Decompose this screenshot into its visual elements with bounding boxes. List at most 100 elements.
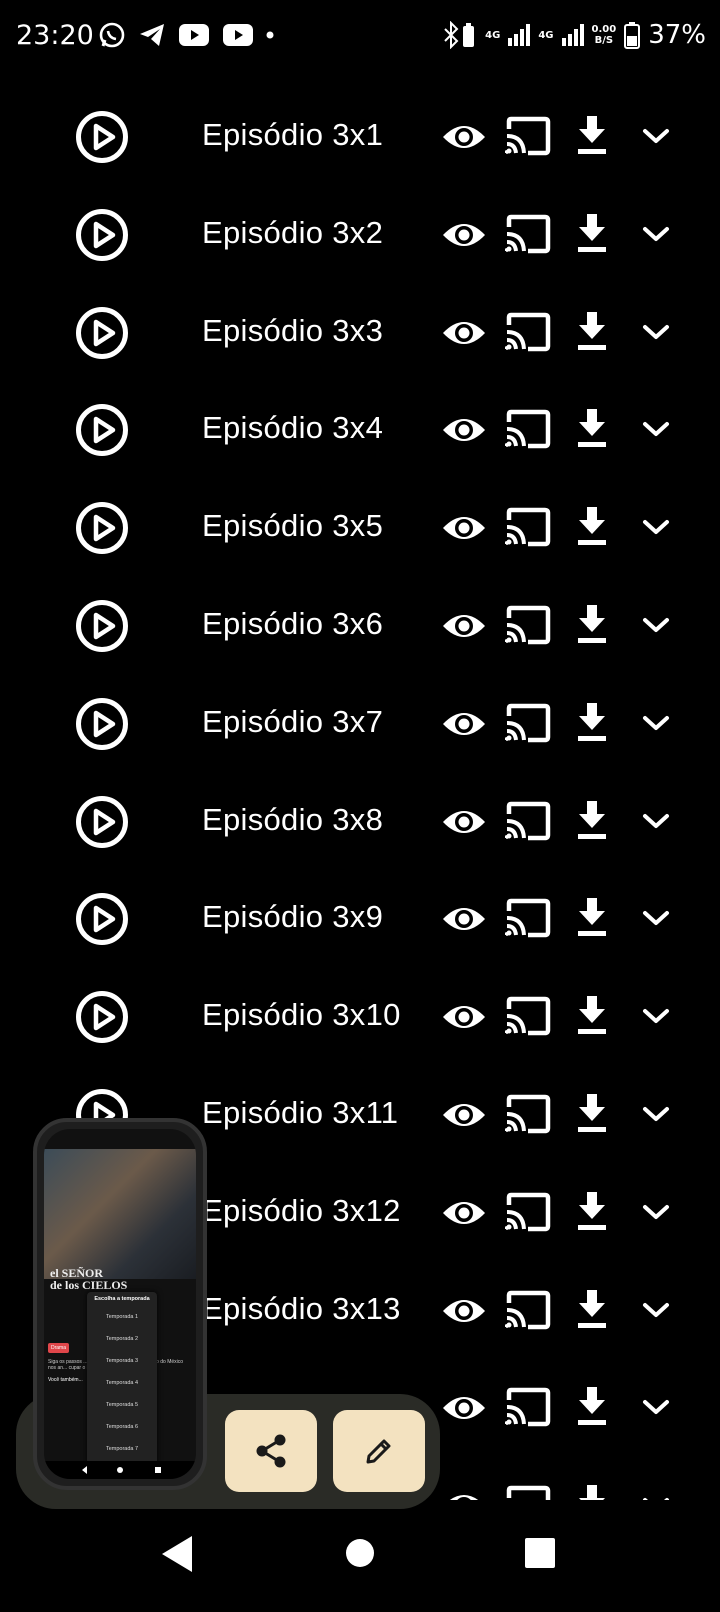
play-circle-icon[interactable] [75,795,129,849]
download-icon[interactable] [576,994,608,1036]
bluetooth-battery-icon [444,21,475,49]
download-icon[interactable] [576,701,608,743]
cast-icon[interactable] [505,214,551,254]
eye-icon[interactable] [441,610,487,642]
chevron-down-icon[interactable] [642,125,670,147]
chevron-down-icon[interactable] [642,810,670,832]
download-icon[interactable] [576,603,608,645]
home-icon[interactable] [345,1538,375,1568]
season-item: Temporada 4 [105,1380,139,1386]
cast-icon[interactable] [505,1387,551,1427]
eye-icon[interactable] [441,317,487,349]
episode-row[interactable]: Episódio 3x8 [0,773,720,871]
chevron-down-icon[interactable] [642,1005,670,1027]
eye-icon[interactable] [441,1099,487,1131]
play-circle-icon[interactable] [75,110,129,164]
edit-button[interactable] [333,1410,425,1492]
eye-icon[interactable] [441,1295,487,1327]
season-item: Temporada 1 [105,1314,139,1320]
recents-icon[interactable] [525,1538,555,1568]
play-circle-icon[interactable] [75,501,129,555]
system-nav-bar [0,1510,720,1612]
eye-icon[interactable] [441,903,487,935]
cast-icon[interactable] [505,1485,551,1500]
more-notifications-dot-icon [266,31,274,39]
share-button[interactable] [225,1410,317,1492]
cast-icon[interactable] [505,703,551,743]
cast-icon[interactable] [505,1290,551,1330]
episode-row[interactable]: Episódio 3x1 [0,88,720,186]
eye-icon[interactable] [441,708,487,740]
cast-icon[interactable] [505,898,551,938]
chevron-down-icon[interactable] [642,614,670,636]
chevron-down-icon[interactable] [642,1103,670,1125]
chevron-down-icon[interactable] [642,418,670,440]
download-icon[interactable] [576,114,608,156]
chevron-down-icon[interactable] [642,712,670,734]
episode-title: Episódio 3x8 [202,801,384,837]
cast-icon[interactable] [505,409,551,449]
play-circle-icon[interactable] [75,208,129,262]
download-icon[interactable] [576,1092,608,1134]
episode-row[interactable]: Episódio 3x2 [0,186,720,284]
download-icon[interactable] [576,1190,608,1232]
eye-icon[interactable] [441,1490,487,1500]
eye-icon[interactable] [441,1001,487,1033]
eye-icon[interactable] [441,219,487,251]
play-circle-icon[interactable] [75,892,129,946]
episode-row[interactable]: Episódio 3x4 [0,381,720,479]
youtube-icon [179,24,209,46]
share-icon [256,1434,286,1468]
battery-percent: 37% [648,20,706,50]
eye-icon[interactable] [441,121,487,153]
eye-icon[interactable] [441,1197,487,1229]
episode-row[interactable]: Episódio 3x10 [0,968,720,1066]
cast-icon[interactable] [505,116,551,156]
play-circle-icon[interactable] [75,990,129,1044]
download-icon[interactable] [576,1288,608,1330]
play-circle-icon[interactable] [75,403,129,457]
episode-row[interactable]: Episódio 3x6 [0,577,720,675]
eye-icon[interactable] [441,414,487,446]
eye-icon[interactable] [441,512,487,544]
cast-icon[interactable] [505,1094,551,1134]
episode-row[interactable]: Episódio 3x9 [0,870,720,968]
back-icon[interactable] [160,1534,194,1574]
download-icon[interactable] [576,896,608,938]
chevron-down-icon[interactable] [642,1201,670,1223]
download-icon[interactable] [576,1385,608,1427]
cast-icon[interactable] [505,507,551,547]
cast-icon[interactable] [505,1192,551,1232]
chevron-down-icon[interactable] [642,1299,670,1321]
eye-icon[interactable] [441,1392,487,1424]
play-circle-icon[interactable] [75,697,129,751]
download-icon[interactable] [576,799,608,841]
chevron-down-icon[interactable] [642,516,670,538]
download-icon[interactable] [576,505,608,547]
download-icon[interactable] [576,310,608,352]
season-item: Temporada 5 [105,1402,139,1408]
download-icon[interactable] [576,1483,608,1500]
eye-icon[interactable] [441,806,487,838]
season-item: Temporada 2 [105,1336,139,1342]
chevron-down-icon[interactable] [642,223,670,245]
cast-icon[interactable] [505,312,551,352]
cast-icon[interactable] [505,801,551,841]
episode-row[interactable]: Episódio 3x5 [0,479,720,577]
episode-row[interactable]: Episódio 3x7 [0,675,720,773]
youtube-icon [223,24,253,46]
season-menu: Escolha a temporada Temporada 1 Temporad… [87,1292,157,1470]
network-label-2: 4G [538,29,554,41]
chevron-down-icon[interactable] [642,1494,670,1500]
download-icon[interactable] [576,407,608,449]
chevron-down-icon[interactable] [642,1396,670,1418]
cast-icon[interactable] [505,996,551,1036]
chevron-down-icon[interactable] [642,321,670,343]
play-circle-icon[interactable] [75,306,129,360]
chevron-down-icon[interactable] [642,907,670,929]
episode-row[interactable]: Episódio 3x3 [0,284,720,382]
play-circle-icon[interactable] [75,599,129,653]
cast-icon[interactable] [505,605,551,645]
download-icon[interactable] [576,212,608,254]
screenshot-thumbnail[interactable]: el SEÑOR de los CIELOS Drama Siga os pas… [33,1118,207,1490]
